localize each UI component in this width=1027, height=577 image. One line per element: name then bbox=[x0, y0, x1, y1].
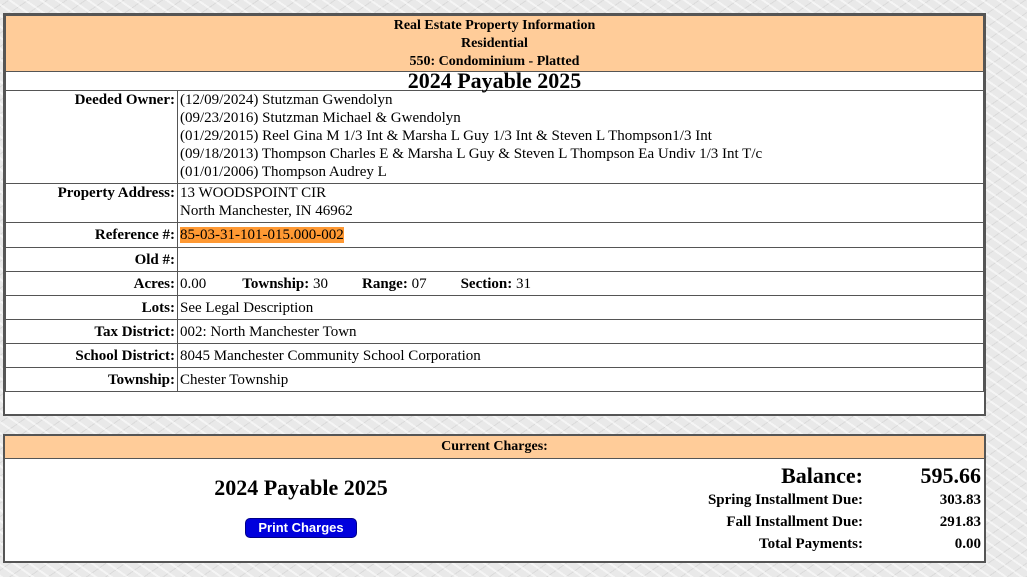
header-row: Real Estate Property Information Residen… bbox=[5, 15, 984, 72]
print-charges-button[interactable]: Print Charges bbox=[245, 518, 357, 538]
header-cell: Real Estate Property Information Residen… bbox=[5, 15, 984, 72]
deeded-owner-label: Deeded Owner: bbox=[5, 90, 178, 184]
range-value: 07 bbox=[411, 276, 427, 292]
owner-line: (09/23/2016) Stutzman Michael & Gwendoly… bbox=[180, 110, 461, 126]
section-value: 31 bbox=[516, 276, 531, 292]
balance-value: 595.66 bbox=[920, 463, 982, 488]
township-inline-label: Township: bbox=[242, 276, 310, 292]
acres-label: Acres: bbox=[5, 271, 178, 296]
charges-summary-table: Balance: 595.66 Spring Installment Due: … bbox=[708, 463, 981, 555]
lots-label: Lots: bbox=[5, 295, 178, 320]
owner-line: (09/18/2013) Thompson Charles E & Marsha… bbox=[180, 146, 763, 162]
owner-line: (12/09/2024) Stutzman Gwendolyn bbox=[180, 92, 393, 108]
township-value: Chester Township bbox=[177, 367, 984, 392]
property-info-panel: Real Estate Property Information Residen… bbox=[3, 13, 986, 416]
township-label: Township: bbox=[5, 367, 178, 392]
current-charges-panel: Current Charges: 2024 Payable 2025 Print… bbox=[3, 434, 986, 563]
township-row: Township: Chester Township bbox=[5, 367, 984, 392]
school-district-row: School District: 8045 Manchester Communi… bbox=[5, 343, 984, 368]
old-value bbox=[177, 247, 984, 272]
tax-district-row: Tax District: 002: North Manchester Town bbox=[5, 319, 984, 344]
school-district-value: 8045 Manchester Community School Corpora… bbox=[177, 343, 984, 368]
school-district-label: School District: bbox=[5, 343, 178, 368]
lots-value: See Legal Description bbox=[177, 295, 984, 320]
header-class: Residential bbox=[461, 36, 528, 51]
charges-year: 2024 Payable 2025 bbox=[214, 475, 388, 500]
acres-value: 0.00 bbox=[180, 276, 207, 292]
deeded-owner-value: (12/09/2024) Stutzman Gwendolyn (09/23/2… bbox=[177, 90, 984, 184]
reference-value[interactable]: 85-03-31-101-015.000-002 bbox=[180, 227, 344, 243]
charges-left: 2024 Payable 2025 Print Charges bbox=[5, 459, 597, 538]
township-inline-value: 30 bbox=[313, 276, 328, 292]
tax-district-label: Tax District: bbox=[5, 319, 178, 344]
reference-row: Reference #: 85-03-31-101-015.000-002 bbox=[5, 222, 984, 248]
tax-district-value: 002: North Manchester Town bbox=[177, 319, 984, 344]
balance-row: Balance: 595.66 bbox=[708, 463, 981, 489]
total-label: Total Payments: bbox=[758, 536, 863, 552]
reference-cell: 85-03-31-101-015.000-002 bbox=[177, 222, 984, 248]
fall-value: 291.83 bbox=[939, 514, 981, 530]
charges-body: 2024 Payable 2025 Print Charges Balance:… bbox=[5, 459, 984, 562]
property-address-label: Property Address: bbox=[5, 183, 178, 223]
owner-line: (01/01/2006) Thompson Audrey L bbox=[180, 164, 387, 180]
acres-cell: 0.00 Township: 30 Range: 07 Section: 31 bbox=[177, 271, 984, 296]
total-row: Total Payments: 0.00 bbox=[708, 533, 981, 555]
range-label: Range: bbox=[362, 276, 408, 292]
fall-label: Fall Installment Due: bbox=[726, 514, 863, 530]
header-year: 2024 Payable 2025 bbox=[5, 70, 984, 92]
year-row: 2024 Payable 2025 bbox=[5, 70, 984, 92]
address-line: North Manchester, IN 46962 bbox=[180, 203, 353, 219]
fall-row: Fall Installment Due: 291.83 bbox=[708, 511, 981, 533]
spring-row: Spring Installment Due: 303.83 bbox=[708, 489, 981, 511]
spring-value: 303.83 bbox=[939, 492, 981, 508]
total-value: 0.00 bbox=[954, 536, 981, 552]
deeded-owner-row: Deeded Owner: (12/09/2024) Stutzman Gwen… bbox=[5, 90, 984, 184]
spring-label: Spring Installment Due: bbox=[707, 492, 863, 508]
property-address-value: 13 WOODSPOINT CIR North Manchester, IN 4… bbox=[177, 183, 984, 223]
lots-row: Lots: See Legal Description bbox=[5, 295, 984, 320]
charges-header: Current Charges: bbox=[5, 436, 984, 459]
balance-label: Balance: bbox=[781, 463, 863, 488]
address-line: 13 WOODSPOINT CIR bbox=[180, 185, 327, 201]
section-label: Section: bbox=[460, 276, 513, 292]
property-info-table: Real Estate Property Information Residen… bbox=[5, 15, 984, 392]
old-label: Old #: bbox=[5, 247, 178, 272]
header-title: Real Estate Property Information bbox=[393, 18, 596, 33]
owner-line: (01/29/2015) Reel Gina M 1/3 Int & Marsh… bbox=[180, 128, 712, 144]
reference-label: Reference #: bbox=[5, 222, 178, 248]
charges-summary: Balance: 595.66 Spring Installment Due: … bbox=[708, 463, 981, 555]
acres-row: Acres: 0.00 Township: 30 Range: 07 Section:… bbox=[5, 271, 984, 296]
old-row: Old #: bbox=[5, 247, 984, 272]
property-address-row: Property Address: 13 WOODSPOINT CIR Nort… bbox=[5, 183, 984, 223]
